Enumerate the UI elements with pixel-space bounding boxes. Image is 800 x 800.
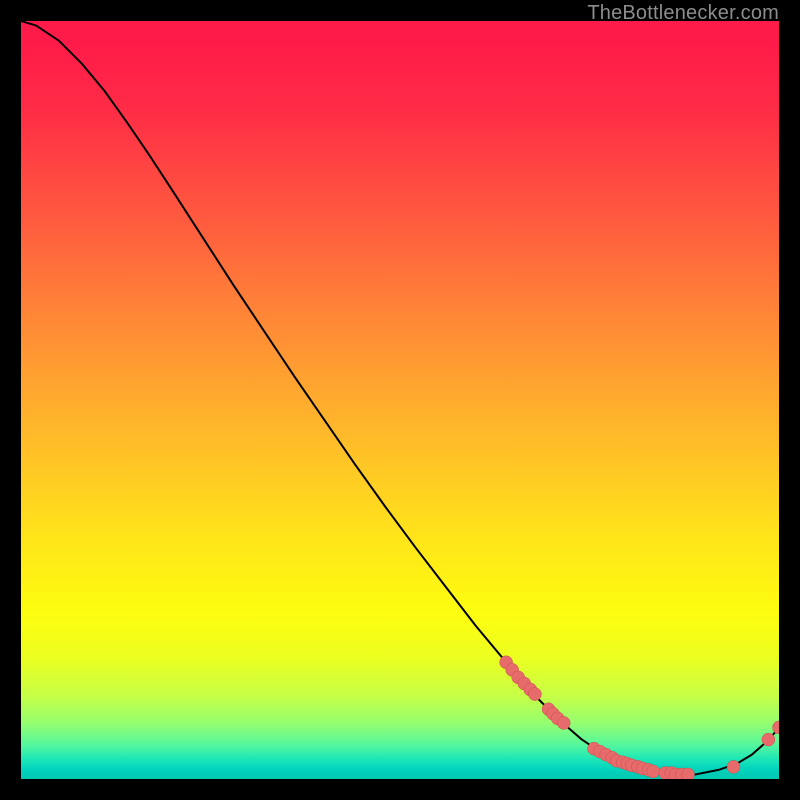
chart-svg	[21, 21, 779, 779]
chart-stage: TheBottlenecker.com	[0, 0, 800, 800]
bottleneck-curve	[21, 21, 779, 774]
scatter-markers	[500, 656, 779, 779]
scatter-point	[557, 716, 570, 729]
scatter-point	[528, 688, 541, 701]
scatter-point	[773, 721, 780, 734]
scatter-point	[762, 733, 775, 746]
scatter-point	[727, 760, 740, 773]
plot-area	[21, 21, 779, 779]
scatter-point	[647, 765, 660, 778]
scatter-point	[682, 768, 695, 779]
